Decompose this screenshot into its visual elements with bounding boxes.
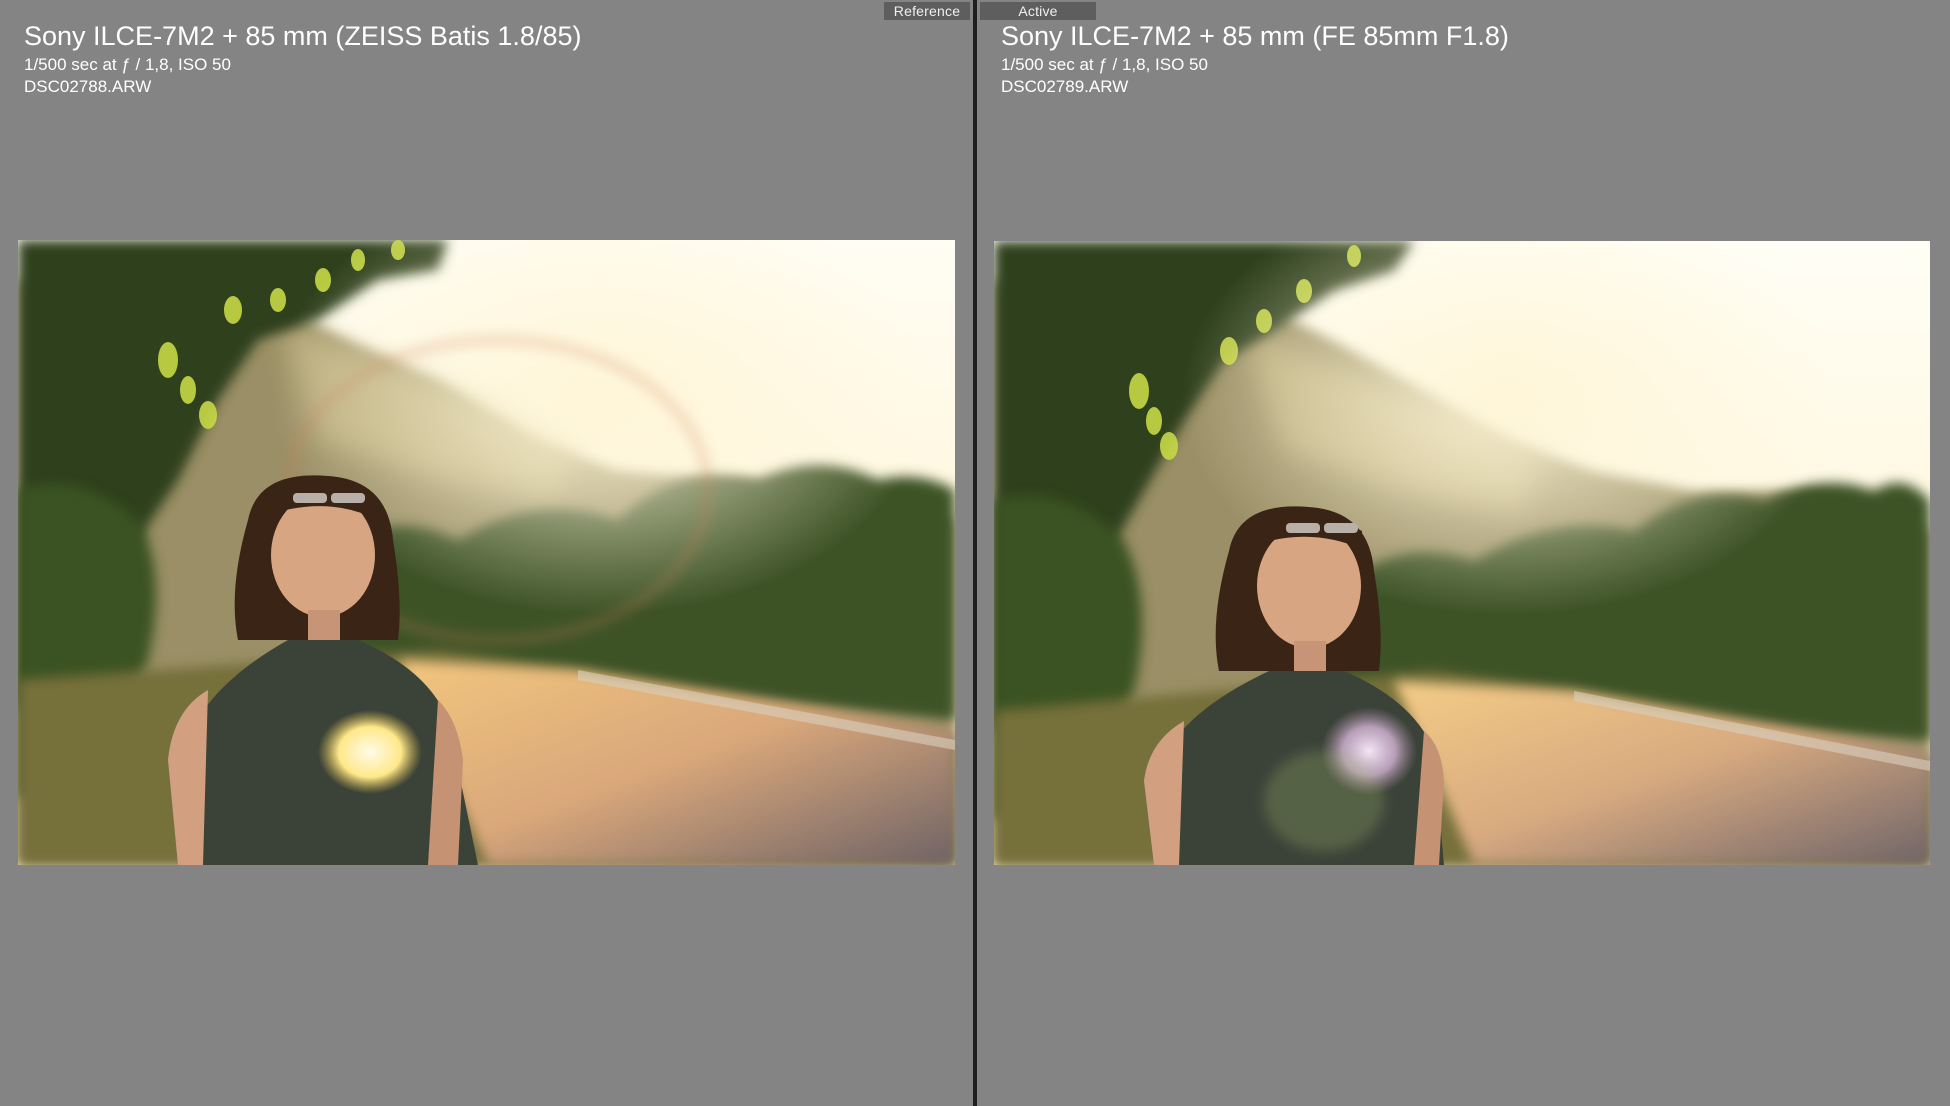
- reference-exposure: 1/500 sec at ƒ / 1,8, ISO 50: [24, 55, 231, 74]
- reference-pane[interactable]: Reference Sony ILCE-7M2 + 85 mm (ZEISS B…: [0, 0, 973, 1106]
- reference-info-overlay: Sony ILCE-7M2 + 85 mm (ZEISS Batis 1.8/8…: [24, 18, 581, 98]
- reference-filename: DSC02788.ARW: [24, 77, 152, 96]
- active-filename: DSC02789.ARW: [1001, 77, 1129, 96]
- active-title: Sony ILCE-7M2 + 85 mm (FE 85mm F1.8): [1001, 21, 1509, 51]
- compare-view: Reference Sony ILCE-7M2 + 85 mm (ZEISS B…: [0, 0, 1950, 1106]
- reference-title: Sony ILCE-7M2 + 85 mm (ZEISS Batis 1.8/8…: [24, 21, 582, 51]
- active-photo[interactable]: [994, 241, 1930, 865]
- active-photo-image: [994, 241, 1930, 865]
- reference-photo-image: [18, 240, 955, 865]
- active-pane[interactable]: Active Sony ILCE-7M2 + 85 mm (FE 85mm F1…: [977, 0, 1950, 1106]
- reference-photo[interactable]: [18, 240, 955, 865]
- active-exposure: 1/500 sec at ƒ / 1,8, ISO 50: [1001, 55, 1208, 74]
- active-info-overlay: Sony ILCE-7M2 + 85 mm (FE 85mm F1.8) 1/5…: [1001, 18, 1509, 98]
- reference-tag: Reference: [884, 2, 970, 20]
